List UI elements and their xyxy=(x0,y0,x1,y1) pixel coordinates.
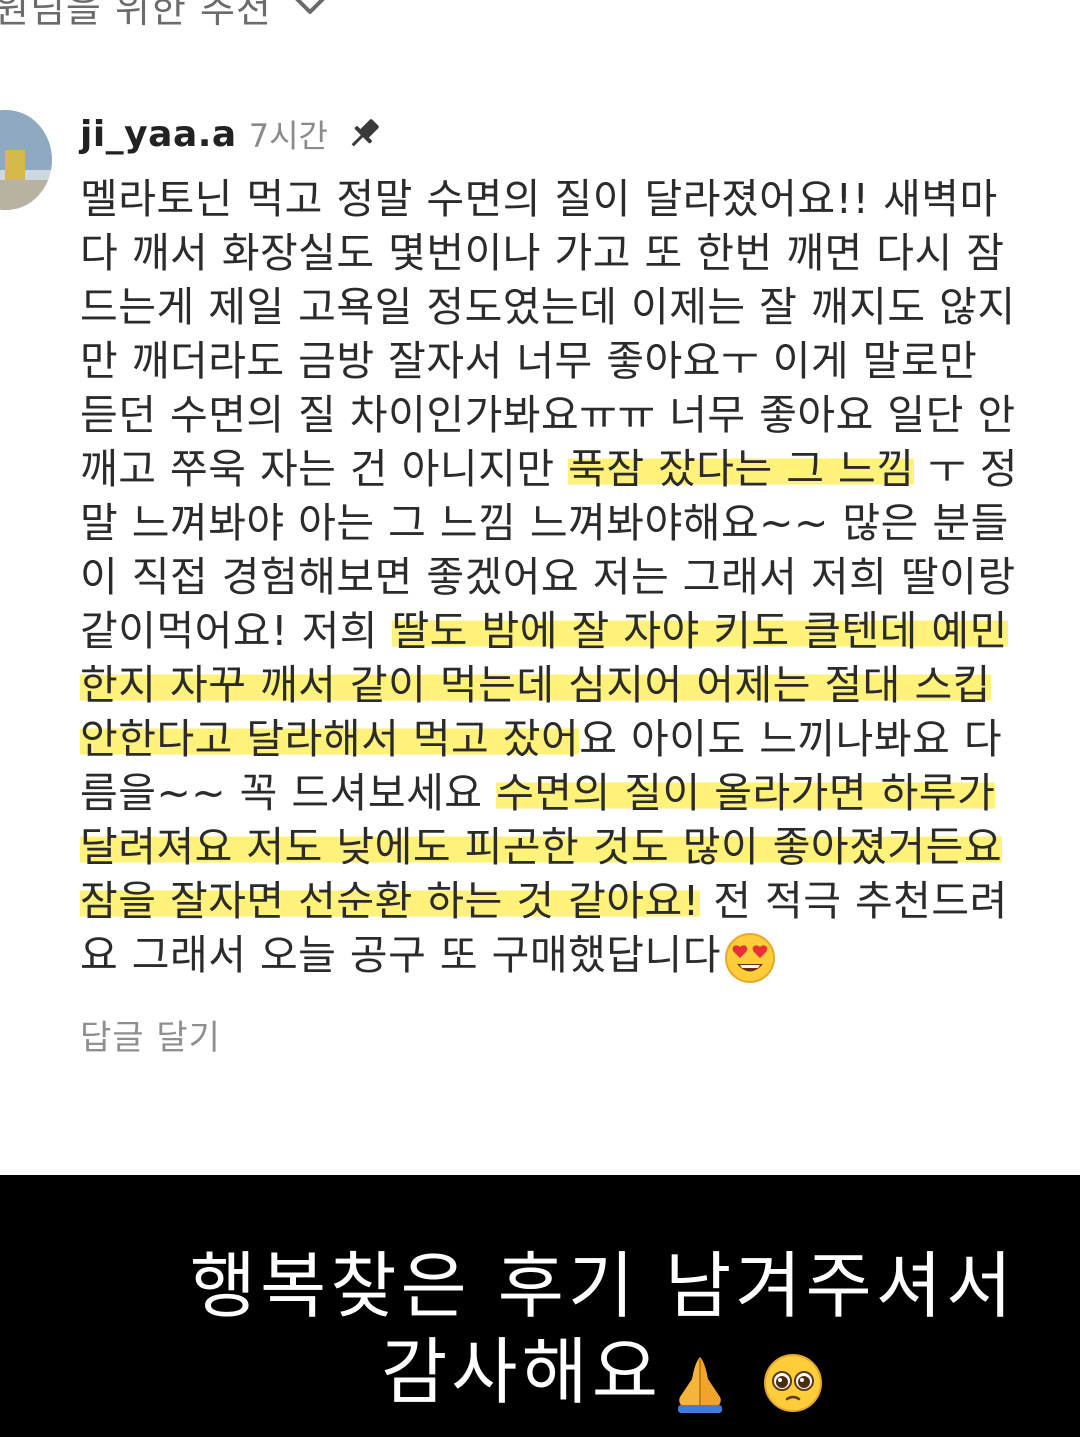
recommendation-header[interactable]: 원딤을 위한 추천 xyxy=(0,0,1080,40)
folded-hands-emoji-icon xyxy=(678,1356,723,1413)
comment-text-segment: 같이먹어요! 저희 xyxy=(80,607,392,655)
comment-text-segment: 요 그래서 오늘 공구 또 구매했답니다 xyxy=(80,931,721,979)
highlighted-text: 푹잠 잤다는 그 느낌 xyxy=(568,445,915,493)
comment-line: 한지 자꾸 깨서 같이 먹는데 심지어 어제는 절대 스킵 xyxy=(80,658,1070,712)
pleading-face-emoji-icon xyxy=(763,1353,822,1412)
recommendation-label: 원딤을 위한 추천 xyxy=(0,0,272,31)
comment-body: 멜라토닌 먹고 정말 수면의 질이 달라졌어요!! 새벽마다 깨서 화장실도 몇… xyxy=(80,172,1070,983)
comment-line: 깨고 쭈욱 자는 건 아니지만 푹잠 잤다는 그 느낌 ㅜ 정 xyxy=(80,442,1070,496)
heart-eyes-emoji-icon xyxy=(724,933,775,983)
comment-line: 같이먹어요! 저희 딸도 밤에 잘 자야 키도 클텐데 예민 xyxy=(80,604,1070,658)
comment-text-segment: ㅜ 정 xyxy=(914,445,1018,493)
comment-text-segment: 전 적극 추천드려 xyxy=(699,877,1008,925)
highlighted-text: 딸도 밤에 잘 자야 키도 클텐데 예민 xyxy=(391,607,1008,655)
comment-text-segment: 다 깨서 화장실도 몇번이나 가고 또 한번 깨면 다시 잠 xyxy=(80,229,1005,277)
comment-line: 잠을 잘자면 선순환 하는 것 같아요! 전 적극 추천드려 xyxy=(80,874,1070,928)
comment-line: 말 느껴봐야 아는 그 느낌 느껴봐야해요~~ 많은 분들 xyxy=(80,496,1070,550)
comment-text-segment: 름을~~ 꼭 드셔보세요 xyxy=(80,769,497,817)
comment-line: 달려져요 저도 낮에도 피곤한 것도 많이 좋아졌거든요 xyxy=(80,820,1070,874)
comment-line: 안한다고 달라해서 먹고 잤어요 아이도 느끼나봐요 다 xyxy=(80,712,1070,766)
avatar[interactable] xyxy=(0,110,52,210)
comment-text-segment: 깨고 쭈욱 자는 건 아니지만 xyxy=(80,445,569,493)
highlighted-text: 수면의 질이 올라가면 하루가 xyxy=(496,769,996,817)
comment-time: 7시간 xyxy=(248,117,328,155)
caption-line-2-text: 감사해요 xyxy=(381,1330,663,1414)
comment-username[interactable]: ji_yaa.a xyxy=(80,114,237,155)
comment-line: 만 깨더라도 금방 잘자서 너무 좋아요ㅜ 이게 말로만 xyxy=(80,334,1070,388)
comment-text-segment: 이 직접 경험해보면 좋겠어요 저는 그래서 저희 딸이랑 xyxy=(80,553,1016,601)
comment-line: 드는게 제일 고욕일 정도였는데 이제는 잘 깨지도 않지 xyxy=(80,280,1070,334)
comment-line: 멜라토닌 먹고 정말 수면의 질이 달라졌어요!! 새벽마 xyxy=(80,172,1070,226)
caption-line-2: 감사해요 xyxy=(63,1313,1080,1419)
highlighted-text: 잠을 잘자면 선순환 하는 것 같아요! xyxy=(80,877,700,925)
highlighted-text: 한지 자꾸 깨서 같이 먹는데 심지어 어제는 절대 스킵 xyxy=(80,661,991,709)
comment-meta: ji_yaa.a 7시간 xyxy=(80,112,384,156)
comment-text-segment: 듣던 수면의 질 차이인가봐요ㅠㅠ 너무 좋아요 일단 안 xyxy=(80,391,1016,439)
comment-text-segment: 멜라토닌 먹고 정말 수면의 질이 달라졌어요!! 새벽마 xyxy=(80,175,998,223)
chevron-down-icon[interactable] xyxy=(290,0,330,28)
comment-line: 요 그래서 오늘 공구 또 구매했답니다 xyxy=(80,928,1070,983)
comment-text-segment: 드는게 제일 고욕일 정도였는데 이제는 잘 깨지도 않지 xyxy=(80,283,1016,331)
comment-line: 듣던 수면의 질 차이인가봐요ㅠㅠ 너무 좋아요 일단 안 xyxy=(80,388,1070,442)
comment-text-segment: 요 아이도 느끼나봐요 다 xyxy=(579,715,1003,763)
caption-bar: 행복찾은 후기 남겨주셔서 감사해요 xyxy=(0,1175,1080,1437)
comment-line: 름을~~ 꼭 드셔보세요 수면의 질이 올라가면 하루가 xyxy=(80,766,1070,820)
comment-text-segment: 만 깨더라도 금방 잘자서 너무 좋아요ㅜ 이게 말로만 xyxy=(80,337,978,385)
highlighted-text: 안한다고 달라해서 먹고 잤어 xyxy=(80,715,580,763)
comment-line: 이 직접 경험해보면 좋겠어요 저는 그래서 저희 딸이랑 xyxy=(80,550,1070,604)
comment-line: 다 깨서 화장실도 몇번이나 가고 또 한번 깨면 다시 잠 xyxy=(80,226,1070,280)
comment-text-segment: 말 느껴봐야 아는 그 느낌 느껴봐야해요~~ 많은 분들 xyxy=(80,499,1009,547)
highlighted-text: 달려져요 저도 낮에도 피곤한 것도 많이 좋아졌거든요 xyxy=(80,823,1003,871)
reply-button[interactable]: 답글 달기 xyxy=(80,1010,221,1059)
pin-icon xyxy=(351,119,379,147)
